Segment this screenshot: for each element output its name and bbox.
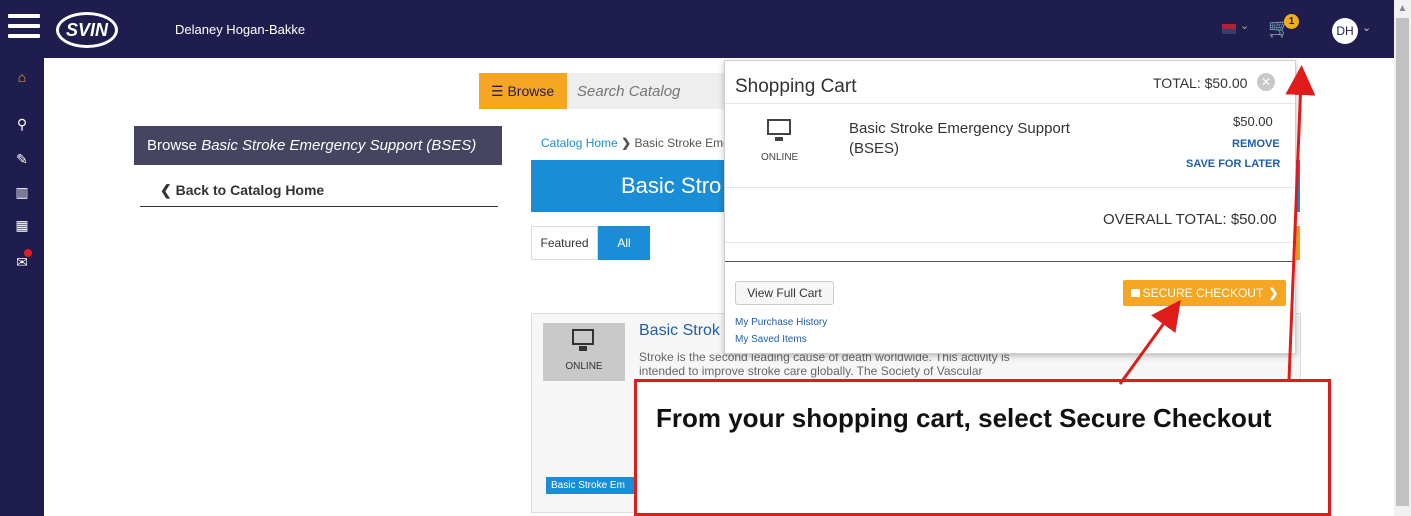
catalog-icon[interactable]: ▥ <box>12 182 32 202</box>
back-to-catalog-link[interactable]: ❮ Back to Catalog Home <box>160 182 324 199</box>
us-flag-icon[interactable] <box>1222 24 1236 34</box>
browse-heading: Browse Basic Stroke Emergency Support (B… <box>134 126 502 165</box>
calendar-icon[interactable]: ▦ <box>12 215 32 235</box>
tab-featured[interactable]: Featured <box>531 226 598 260</box>
cart-item-price: $50.00 <box>1233 114 1273 129</box>
save-for-later-link[interactable]: SAVE FOR LATER <box>1186 158 1280 170</box>
lock-icon <box>1130 289 1140 297</box>
chevron-down-icon[interactable]: ⌄ <box>1240 19 1249 32</box>
browse-course-name: Basic Stroke Emergency Support (BSES) <box>201 137 477 154</box>
chevron-right-icon: ❯ <box>1268 286 1279 300</box>
breadcrumb-home[interactable]: Catalog Home <box>541 136 618 150</box>
scroll-thumb[interactable] <box>1396 18 1409 506</box>
tab-all[interactable]: All <box>598 226 650 260</box>
notification-dot <box>24 249 32 257</box>
cart-title: Shopping Cart <box>735 76 857 97</box>
monitor-stand <box>775 137 783 141</box>
search-icon[interactable]: ⚲ <box>12 114 32 134</box>
top-navbar: SVIN Delaney Hogan-Bakke ⌄ 🛒 1 DH ⌄ <box>0 0 1394 58</box>
vertical-scrollbar[interactable]: ▲ <box>1394 0 1411 516</box>
shopping-cart-popup: Shopping Cart TOTAL: $50.00 ✕ ONLINE Bas… <box>724 60 1296 354</box>
cart-total: TOTAL: $50.00 <box>1153 75 1248 91</box>
monitor-stand <box>579 346 587 351</box>
edit-icon[interactable]: ✎ <box>12 149 32 169</box>
divider <box>725 261 1295 262</box>
breadcrumb: Catalog Home ❯ Basic Stroke Eme <box>541 136 726 150</box>
view-full-cart-button[interactable]: View Full Cart <box>735 281 834 305</box>
home-icon[interactable]: ⌂ <box>12 67 32 87</box>
saved-items-link[interactable]: My Saved Items <box>735 334 807 345</box>
course-title[interactable]: Basic Strok <box>639 322 729 340</box>
hamburger-menu-icon[interactable] <box>8 14 40 40</box>
catalog-banner: Basic Stro <box>531 160 726 212</box>
cart-count-badge: 1 <box>1284 14 1299 29</box>
breadcrumb-current: Basic Stroke Eme <box>634 136 726 150</box>
divider <box>725 187 1295 188</box>
chevron-down-icon[interactable]: ⌄ <box>1362 21 1371 34</box>
course-description: Stroke is the second leading cause of de… <box>639 350 1010 378</box>
divider <box>725 242 1295 243</box>
callout-text: From your shopping cart, select Secure C… <box>656 403 1272 433</box>
chevron-right-icon: ❯ <box>621 136 632 150</box>
course-tag[interactable]: Basic Stroke Em <box>546 477 636 494</box>
overall-total: OVERALL TOTAL: $50.00 <box>1103 211 1277 228</box>
remove-link[interactable]: REMOVE <box>1232 138 1280 150</box>
divider <box>725 103 1295 104</box>
browse-label: Browse <box>507 83 555 99</box>
close-icon[interactable]: ✕ <box>1257 73 1275 91</box>
secure-checkout-label: SECURE CHECKOUT <box>1142 286 1264 300</box>
user-name: Delaney Hogan-Bakke <box>175 22 306 37</box>
browse-button[interactable]: ☰ Browse <box>479 73 567 109</box>
back-link-label: Back to Catalog Home <box>175 182 325 198</box>
scroll-up-icon[interactable]: ▲ <box>1394 0 1411 17</box>
course-thumbnail: ONLINE <box>543 323 625 381</box>
cart-item-name: Basic Stroke Emergency Support (BSES) <box>849 120 1070 157</box>
instruction-callout: From your shopping cart, select Secure C… <box>634 379 1331 516</box>
user-avatar[interactable]: DH <box>1332 18 1358 44</box>
item-format: ONLINE <box>761 152 799 163</box>
monitor-icon <box>572 329 594 345</box>
divider <box>140 206 498 207</box>
svin-logo[interactable]: SVIN <box>56 12 118 48</box>
monitor-icon <box>767 119 791 135</box>
secure-checkout-button[interactable]: SECURE CHECKOUT ❯ <box>1123 280 1286 306</box>
purchase-history-link[interactable]: My Purchase History <box>735 317 827 328</box>
side-nav: ⌂ ⚲ ✎ ▥ ▦ ✉ <box>0 58 44 516</box>
browse-prefix: Browse <box>147 137 202 154</box>
search-input[interactable] <box>567 73 725 109</box>
course-format: ONLINE <box>565 361 603 372</box>
